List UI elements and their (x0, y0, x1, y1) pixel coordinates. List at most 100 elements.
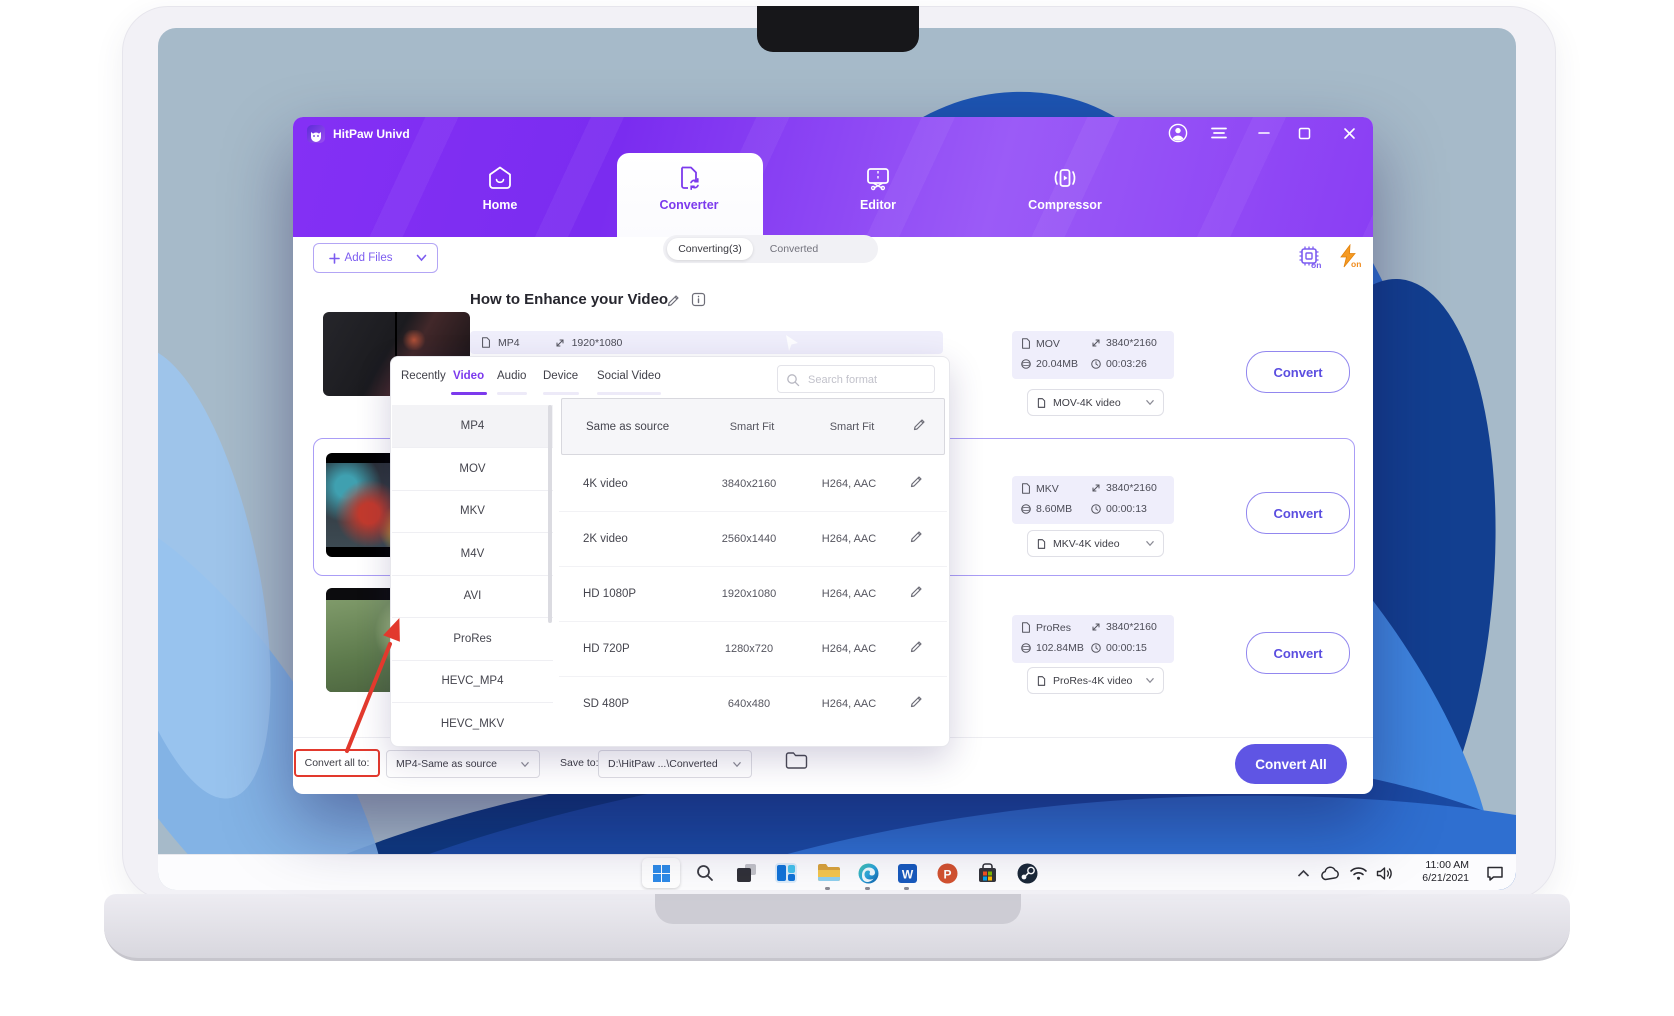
edit-preset-button[interactable] (909, 639, 929, 659)
tray-time: 11:00 AM (1395, 859, 1469, 872)
format-item-label: MP4 (461, 420, 485, 432)
file-icon (1020, 621, 1032, 634)
tab-editor[interactable]: Editor (818, 165, 938, 231)
option-sd-480p[interactable]: SD 480P 640x480 H264, AAC (559, 676, 947, 731)
tab-underline (597, 392, 661, 395)
format-item-mp4[interactable]: MP4 (392, 405, 553, 448)
convert-button-label: Convert (1273, 646, 1322, 661)
edge-button[interactable] (856, 861, 880, 885)
cursor-arrow-graphic (782, 333, 802, 353)
pencil-icon (912, 417, 927, 432)
powerpoint-button[interactable]: P (935, 861, 959, 885)
option-hd-1080p[interactable]: HD 1080P 1920x1080 H264, AAC (559, 566, 947, 622)
output-preset-dropdown[interactable]: MKV-4K video (1027, 530, 1164, 557)
rename-button[interactable] (666, 293, 682, 309)
search-icon (695, 863, 715, 883)
open-folder-button[interactable] (785, 751, 809, 775)
tab-home[interactable]: Home (440, 165, 560, 231)
option-4k-video[interactable]: 4K video 3840x2160 H264, AAC (559, 456, 947, 512)
add-files-button[interactable]: Add Files (313, 243, 408, 273)
format-item-mkv[interactable]: MKV (392, 490, 553, 533)
format-tab-label: Video (453, 370, 484, 382)
tray-chevron-up-button[interactable] (1294, 861, 1312, 885)
maximize-button[interactable] (1293, 122, 1315, 144)
edit-preset-button[interactable] (912, 417, 932, 437)
output-preset-dropdown[interactable]: MOV-4K video (1027, 389, 1164, 416)
format-item-avi[interactable]: AVI (392, 575, 553, 618)
output-preset-dropdown[interactable]: ProRes-4K video (1027, 667, 1164, 694)
boost-toggle[interactable]: on (1338, 244, 1366, 272)
convert-button[interactable]: Convert (1246, 492, 1350, 534)
format-list-scrollbar[interactable] (548, 405, 552, 623)
format-tab-device[interactable]: Device (543, 370, 578, 382)
resolution-icon (1090, 337, 1102, 349)
volume-tray-button[interactable] (1372, 861, 1396, 885)
start-button[interactable] (642, 858, 680, 888)
edit-preset-button[interactable] (909, 694, 929, 714)
format-search-input[interactable] (806, 367, 932, 393)
option-codec: Smart Fit (797, 421, 907, 433)
account-button[interactable] (1167, 122, 1189, 144)
tab-compressor[interactable]: Compressor (1005, 165, 1125, 231)
widgets-button[interactable] (774, 861, 798, 885)
format-item-mov[interactable]: MOV (392, 448, 553, 491)
output-resolution: 3840*2160 (1106, 337, 1157, 349)
save-to-label: Save to: (560, 757, 599, 769)
pencil-icon (666, 293, 681, 308)
tab-converter[interactable]: Converter (629, 165, 749, 231)
option-name: 4K video (583, 478, 628, 490)
edit-preset-button[interactable] (909, 584, 929, 604)
minimize-button[interactable] (1253, 122, 1275, 144)
format-item-label: HEVC_MKV (441, 718, 504, 730)
option-resolution: 2560x1440 (689, 533, 809, 545)
format-item-prores[interactable]: ProRes (392, 618, 553, 661)
format-item-m4v[interactable]: M4V (392, 533, 553, 576)
format-tab-recently[interactable]: Recently (401, 370, 446, 382)
size-icon (1020, 503, 1032, 515)
tab-converting[interactable]: Converting(3) (667, 238, 753, 260)
chevron-down-icon (1145, 399, 1155, 406)
option-2k-video[interactable]: 2K video 2560x1440 H264, AAC (559, 511, 947, 567)
pencil-icon (909, 474, 924, 489)
edit-preset-button[interactable] (909, 529, 929, 549)
option-same-as-source[interactable]: Same as source Smart Fit Smart Fit (561, 398, 945, 455)
ms-store-button[interactable] (975, 861, 999, 885)
task-view-button[interactable] (734, 861, 758, 885)
source-media-info: MP4 1920*1080 (470, 331, 943, 354)
format-item-label: M4V (461, 548, 485, 560)
edit-preset-button[interactable] (909, 474, 929, 494)
output-size: 20.04MB (1036, 358, 1078, 370)
hitpaw-univd-window: HitPaw Univd (293, 117, 1373, 793)
format-tab-video[interactable]: Video (453, 370, 484, 382)
convert-all-to-dropdown[interactable]: MP4-Same as source (386, 750, 540, 778)
add-files-dropdown-button[interactable] (405, 243, 438, 273)
tab-converted[interactable]: Converted (749, 235, 839, 263)
menu-button[interactable] (1208, 122, 1230, 144)
option-codec: H264, AAC (794, 533, 904, 545)
format-item-hevc-mkv[interactable]: HEVC_MKV (392, 703, 553, 745)
notification-center-button[interactable] (1483, 861, 1507, 885)
clock-widget[interactable]: 11:00 AM 6/21/2021 (1395, 859, 1469, 885)
tab-converter-label: Converter (659, 198, 718, 212)
running-indicator (904, 887, 909, 890)
wifi-tray-button[interactable] (1346, 861, 1370, 885)
file-info-button[interactable] (691, 292, 707, 308)
file-explorer-button[interactable] (816, 861, 840, 885)
format-item-hevc-mp4[interactable]: HEVC_MP4 (392, 660, 553, 703)
taskbar-search-button[interactable] (693, 861, 717, 885)
word-button[interactable]: W (895, 861, 919, 885)
maximize-icon (1298, 127, 1311, 140)
save-to-dropdown[interactable]: D:\HitPaw ...\Converted (598, 750, 752, 778)
hardware-acceleration-toggle[interactable]: on (1298, 245, 1326, 273)
option-codec: H264, AAC (794, 588, 904, 600)
format-tab-social-video[interactable]: Social Video (597, 370, 661, 382)
format-tab-audio[interactable]: Audio (497, 370, 526, 382)
convert-all-button[interactable]: Convert All (1235, 744, 1347, 784)
convert-button[interactable]: Convert (1246, 632, 1350, 674)
steam-button[interactable] (1015, 861, 1039, 885)
file-icon (1020, 337, 1032, 350)
convert-button[interactable]: Convert (1246, 351, 1350, 393)
onedrive-tray-button[interactable] (1318, 861, 1342, 885)
option-hd-720p[interactable]: HD 720P 1280x720 H264, AAC (559, 621, 947, 677)
close-button[interactable] (1338, 122, 1360, 144)
